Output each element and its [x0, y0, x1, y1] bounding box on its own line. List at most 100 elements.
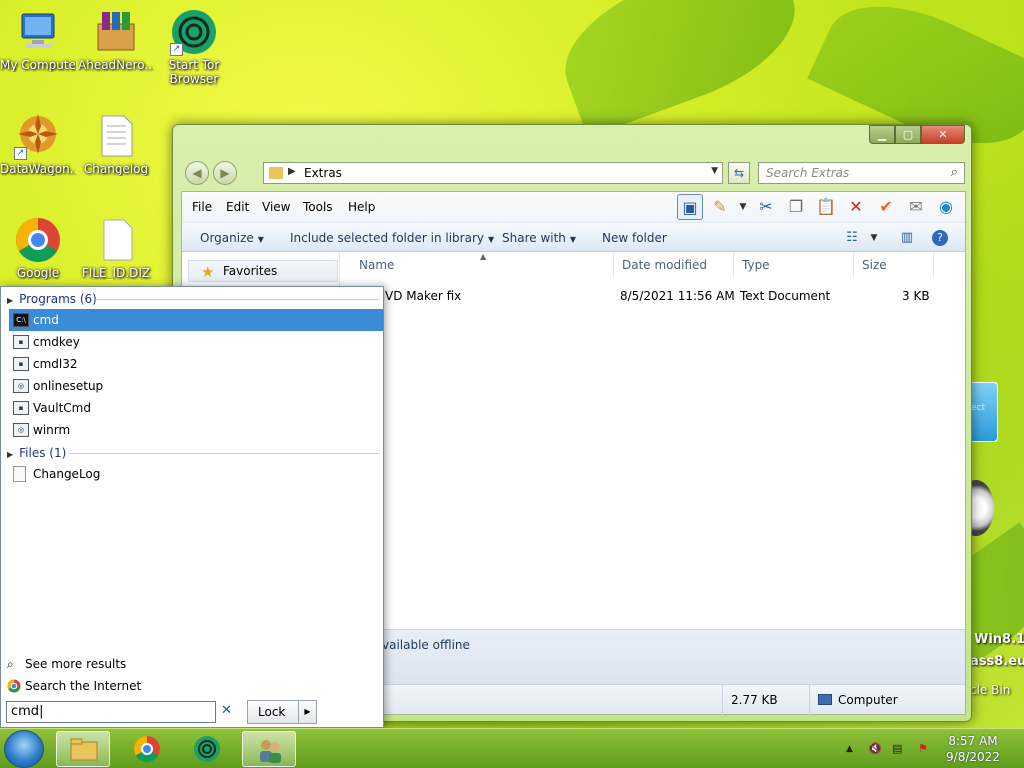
shortcut-arrow-icon: ↗	[14, 147, 27, 160]
recycle-bin-label[interactable]: cle Bin	[970, 683, 1010, 697]
favorites-item[interactable]: ★ Favorites	[188, 260, 338, 282]
selection-size: 2.77 KB	[722, 685, 810, 715]
program-result-cmdl32[interactable]: ▪ cmdl32	[9, 353, 383, 375]
chrome-icon	[14, 216, 62, 264]
menu-file[interactable]: File	[192, 200, 212, 214]
chevron-down-icon[interactable]: ▼	[864, 228, 884, 248]
search-icon[interactable]: ⌕	[951, 165, 958, 180]
tor-browser-icon	[194, 736, 220, 762]
program-result-onlinesetup[interactable]: ◎ onlinesetup	[9, 375, 383, 397]
refresh-button[interactable]: ⇆	[728, 162, 750, 184]
new-folder-button[interactable]: New folder	[602, 231, 667, 245]
breadcrumb-path[interactable]: Extras	[304, 166, 342, 180]
forward-button[interactable]: ▶	[213, 161, 237, 185]
taskbar-chrome-button[interactable]	[120, 731, 174, 767]
computer-icon	[818, 694, 832, 705]
column-header-date[interactable]: Date modified	[614, 252, 734, 278]
desktop-icon-my-computer[interactable]: My Computer	[0, 8, 76, 72]
menu-help[interactable]: Help	[348, 200, 375, 214]
maximize-button[interactable]: ▢	[895, 125, 921, 144]
email-icon[interactable]: ✉	[903, 194, 929, 220]
help-icon[interactable]: ?	[932, 230, 948, 246]
program-result-cmd[interactable]: C:\ cmd	[9, 309, 383, 331]
start-search-input[interactable]: cmd|	[6, 701, 216, 723]
computer-icon	[14, 8, 62, 56]
command-bar: Organize ▼ Include selected folder in lib…	[182, 222, 965, 252]
desktop-icon-google[interactable]: Google	[0, 216, 76, 280]
back-button[interactable]: ◀	[185, 161, 209, 185]
desktop-icon-file-id-diz[interactable]: FILE_ID.DIZ	[78, 216, 154, 280]
view-options-icon[interactable]: ☷	[842, 228, 862, 248]
copy-icon[interactable]: ❐	[783, 194, 809, 220]
chevron-down-icon: ▼	[487, 235, 495, 244]
programs-group-header[interactable]: ▶ Programs (6)	[7, 289, 379, 309]
navigation-row: ◀ ▶ ▶ Extras ▼ ⇆ Search Extras ⌕	[183, 161, 965, 185]
datawagon-icon: ↗	[14, 112, 62, 160]
text-cursor: |	[39, 704, 44, 719]
clear-search-icon[interactable]: ✕	[221, 703, 232, 718]
show-hidden-icons-button[interactable]: ▲	[846, 729, 853, 768]
desktop-icon-tor-browser[interactable]: ↗ Start Tor Browser	[156, 8, 232, 86]
files-group-header[interactable]: ▶ Files (1)	[7, 443, 379, 463]
network-icon[interactable]: ▤	[892, 729, 902, 768]
globe-icon[interactable]: ◉	[933, 194, 959, 220]
desktop-icon-datawagon[interactable]: ↗ DataWagon...	[0, 112, 76, 176]
desktop-icon-label: Start Tor Browser	[168, 58, 220, 86]
preview-pane-icon[interactable]: ▣	[677, 194, 703, 220]
table-row[interactable]: VD Maker fix 8/5/2021 11:56 AM Text Docu…	[341, 286, 965, 306]
taskbar: ▲ 🔇 ▤ ⚑ 8:57 AM 9/8/2022	[0, 728, 1024, 768]
organize-label: Organize	[200, 231, 254, 245]
menu-view[interactable]: View	[262, 200, 290, 214]
chevron-right-icon[interactable]: ▶	[298, 701, 316, 723]
taskbar-explorer-button[interactable]	[56, 731, 110, 767]
start-button[interactable]	[4, 730, 44, 768]
menu-tools[interactable]: Tools	[303, 200, 333, 214]
delete-icon[interactable]: ✕	[843, 194, 869, 220]
include-in-library-button[interactable]: Include selected folder in library ▼	[290, 231, 494, 245]
preview-pane-icon[interactable]: ▥	[897, 228, 917, 248]
see-more-results-link[interactable]: ⌕ See more results	[7, 654, 126, 674]
column-header-size[interactable]: Size	[854, 252, 934, 278]
checkmark-icon[interactable]: ✔	[873, 194, 899, 220]
address-bar[interactable]: ▶ Extras ▼	[263, 162, 723, 184]
desktop-icon-label: AheadNero...	[78, 58, 154, 72]
desktop-icon-aheadnero[interactable]: AheadNero...	[78, 8, 154, 72]
search-input[interactable]: Search Extras ⌕	[758, 162, 965, 184]
close-button[interactable]: ✕	[921, 125, 965, 144]
wallpaper-leaf	[546, 0, 814, 138]
shortcut-arrow-icon: ↗	[170, 43, 183, 56]
taskbar-users-button[interactable]	[242, 731, 296, 767]
text-document-icon	[92, 112, 140, 160]
lock-button[interactable]: Lock ▶	[247, 700, 317, 724]
program-result-winrm[interactable]: ◎ winrm	[9, 419, 383, 441]
column-header-name[interactable]: Name	[341, 252, 614, 278]
file-type: Text Document	[740, 289, 831, 303]
taskbar-tor-button[interactable]	[180, 731, 234, 767]
menu-edit[interactable]: Edit	[226, 200, 249, 214]
desktop-icon-changelog[interactable]: Changelog	[78, 112, 154, 176]
file-result-changelog[interactable]: ChangeLog	[9, 463, 383, 485]
taskbar-clock[interactable]: 8:57 AM 9/8/2022	[944, 733, 1002, 765]
include-label: Include selected folder in library	[290, 231, 484, 245]
chevron-down-icon[interactable]: ▼	[737, 194, 749, 220]
volume-muted-icon[interactable]: 🔇	[868, 729, 882, 768]
program-result-vaultcmd[interactable]: ▪ VaultCmd	[9, 397, 383, 419]
sort-arrow-icon: ▲	[480, 252, 487, 261]
watermark-line-1: Win8.1	[974, 632, 1024, 647]
desktop-icon-label: My Computer	[0, 58, 76, 72]
paste-icon[interactable]: 📋	[813, 194, 839, 220]
organize-button[interactable]: Organize ▼	[200, 231, 264, 245]
program-result-cmdkey[interactable]: ▪ cmdkey	[9, 331, 383, 353]
cut-icon[interactable]: ✂	[753, 194, 779, 220]
share-with-button[interactable]: Share with ▼	[502, 231, 576, 245]
minimize-button[interactable]: ▁	[869, 125, 895, 144]
file-icon	[92, 216, 140, 264]
chevron-down-icon[interactable]: ▼	[711, 166, 718, 176]
search-internet-link[interactable]: Search the Internet	[7, 676, 141, 696]
action-center-icon[interactable]: ⚑	[918, 729, 928, 768]
properties-icon[interactable]: ✎	[707, 194, 733, 220]
search-placeholder: Search Extras	[766, 166, 850, 180]
share-label: Share with	[502, 231, 566, 245]
column-header-type[interactable]: Type	[734, 252, 854, 278]
app-icon: ▪	[13, 335, 29, 349]
